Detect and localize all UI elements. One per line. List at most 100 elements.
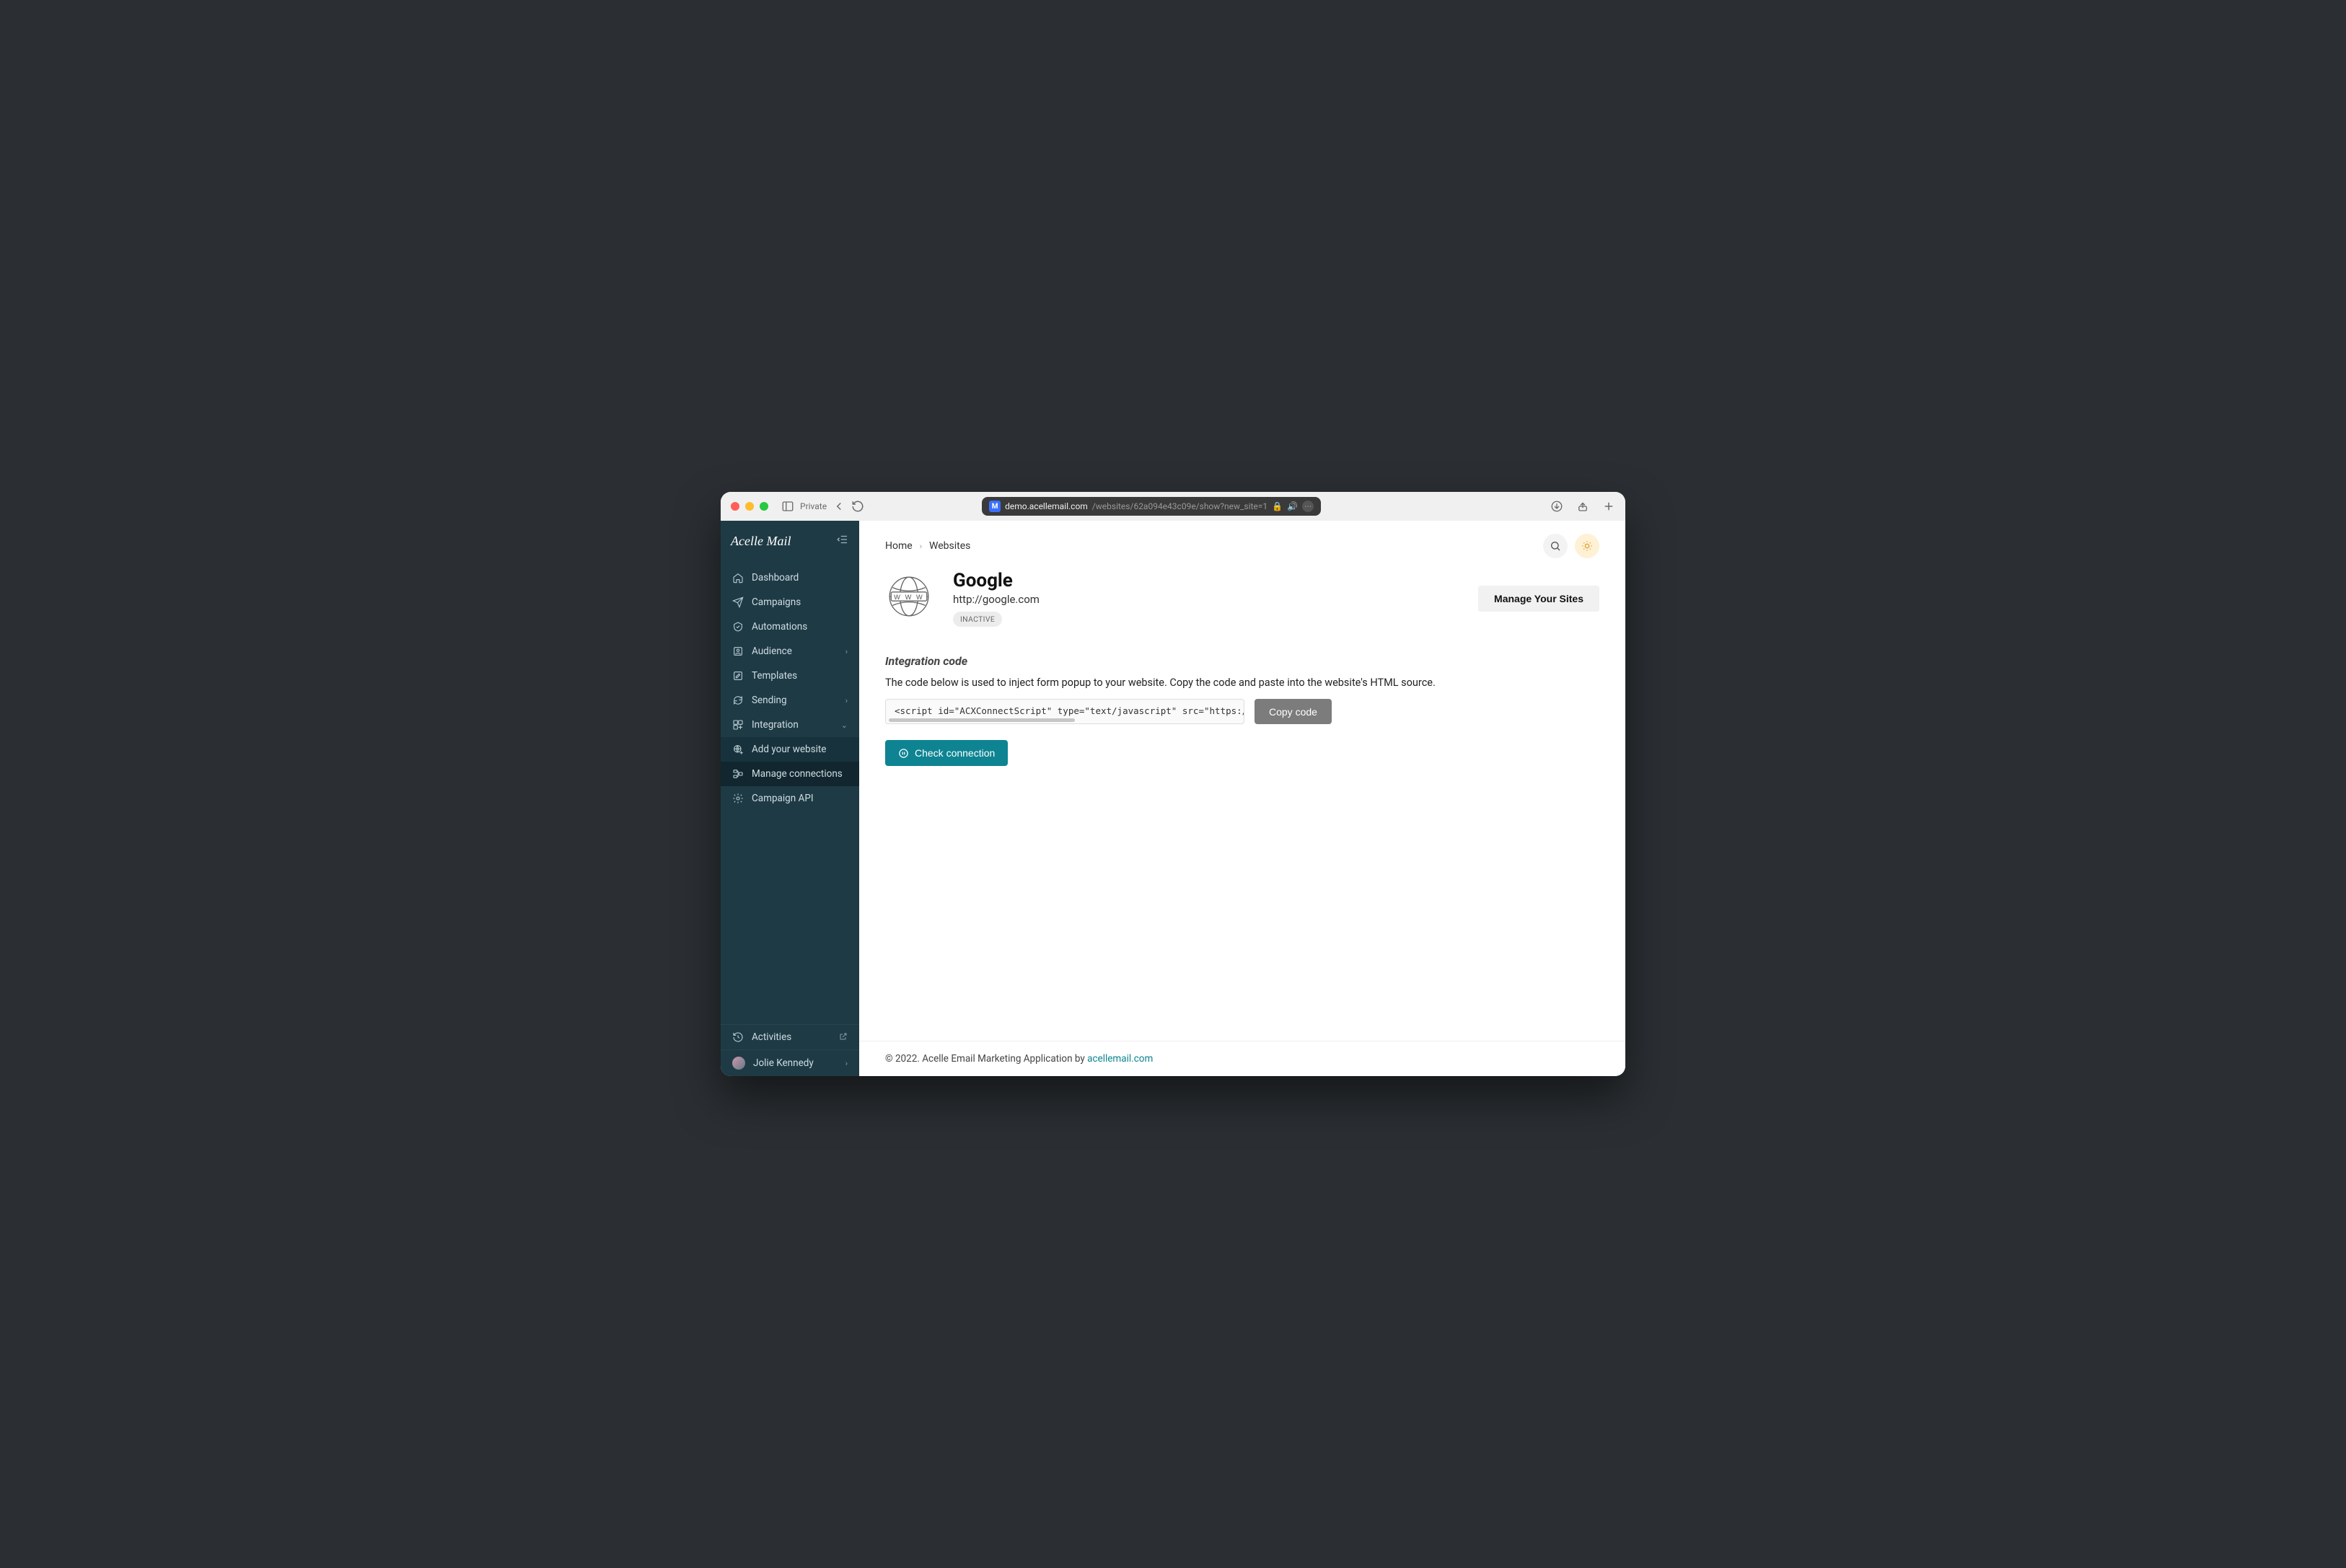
top-actions	[1543, 534, 1599, 558]
sync-icon	[732, 695, 744, 706]
more-icon[interactable]: ⋯	[1302, 501, 1314, 512]
nav-dashboard[interactable]: Dashboard	[721, 565, 859, 590]
scrollbar-thumb[interactable]	[889, 718, 1075, 722]
close-window-button[interactable]	[731, 502, 739, 511]
breadcrumb: Home › Websites	[885, 540, 970, 552]
manage-sites-button[interactable]: Manage Your Sites	[1478, 586, 1599, 612]
audio-icon[interactable]: 🔊	[1287, 501, 1298, 511]
code-snippet[interactable]: <script id="ACXConnectScript" type="text…	[885, 699, 1244, 724]
site-header: W W W Google http://google.com INACTIVE …	[885, 570, 1599, 627]
search-button[interactable]	[1543, 534, 1568, 558]
nav-label: Manage connections	[752, 768, 843, 780]
nav-activities[interactable]: Activities	[721, 1024, 859, 1049]
nav-label: Sending	[752, 695, 787, 706]
url-path: /websites/62a094e43c09e/show?new_site=1	[1092, 501, 1268, 511]
nav-add-website[interactable]: Add your website	[721, 737, 859, 762]
site-favicon: M	[989, 501, 1001, 512]
chevron-right-icon: ›	[845, 647, 848, 656]
back-button[interactable]	[832, 500, 845, 513]
main: Home › Websites	[859, 521, 1625, 1076]
check-connection-button[interactable]: Check connection	[885, 740, 1008, 766]
nav-label: Audience	[752, 646, 792, 657]
share-icon[interactable]	[1576, 500, 1589, 513]
footer-text: © 2022. Acelle Email Marketing Applicati…	[885, 1053, 1087, 1065]
address-bar[interactable]: M demo.acellemail.com/websites/62a094e43…	[982, 497, 1321, 516]
code-row: <script id="ACXConnectScript" type="text…	[885, 699, 1599, 724]
site-title: Google	[953, 570, 1040, 591]
app-logo: Acelle Mail	[731, 534, 791, 549]
app-shell: Acelle Mail Dashboard Campaigns Automat	[721, 521, 1625, 1076]
breadcrumb-home[interactable]: Home	[885, 540, 913, 552]
logo-suffix: Mail	[766, 534, 791, 548]
chevron-right-icon: ›	[920, 542, 922, 551]
edit-icon	[732, 670, 744, 682]
new-tab-icon[interactable]	[1602, 500, 1615, 513]
browser-toolbar: Private M demo.acellemail.com/websites/6…	[721, 492, 1625, 521]
button-label: Check connection	[915, 747, 995, 759]
nav-manage-connections[interactable]: Manage connections	[721, 762, 859, 786]
nav-label: Dashboard	[752, 572, 799, 583]
chevron-down-icon: ⌄	[841, 721, 848, 730]
url-host: demo.acellemail.com	[1005, 501, 1088, 511]
nav-templates[interactable]: Templates	[721, 664, 859, 688]
nav-automations[interactable]: Automations	[721, 615, 859, 639]
code-text: <script id="ACXConnectScript" type="text…	[895, 705, 1244, 716]
nav-label: Integration	[752, 719, 799, 731]
downloads-icon[interactable]	[1550, 500, 1563, 513]
status-badge: INACTIVE	[953, 612, 1002, 627]
sidebar: Acelle Mail Dashboard Campaigns Automat	[721, 521, 859, 1076]
nav-user[interactable]: Jolie Kennedy ›	[721, 1049, 859, 1076]
user-name: Jolie Kennedy	[753, 1057, 814, 1069]
browser-window: Private M demo.acellemail.com/websites/6…	[721, 492, 1625, 1076]
users-icon	[732, 646, 744, 657]
theme-toggle[interactable]	[1575, 534, 1599, 558]
globe-www-icon: W W W	[885, 573, 933, 620]
footer-link[interactable]: acellemail.com	[1087, 1053, 1153, 1065]
integration-heading: Integration code	[885, 654, 1599, 668]
nav-integration[interactable]: Integration ⌄	[721, 713, 859, 737]
footer: © 2022. Acelle Email Marketing Applicati…	[859, 1041, 1625, 1076]
sidebar-toggle-icon[interactable]	[781, 500, 794, 513]
history-icon	[732, 1031, 744, 1043]
logo-row: Acelle Mail	[721, 521, 859, 561]
minimize-window-button[interactable]	[745, 502, 754, 511]
topbar: Home › Websites	[859, 521, 1625, 558]
reload-button[interactable]	[851, 500, 864, 513]
logo-text: Acelle	[731, 534, 763, 548]
external-link-icon	[839, 1032, 848, 1043]
private-label: Private	[800, 501, 827, 511]
breadcrumb-websites[interactable]: Websites	[929, 540, 970, 552]
site-meta: Google http://google.com INACTIVE	[953, 570, 1040, 627]
gear-icon	[732, 793, 744, 804]
integration-description: The code below is used to inject form po…	[885, 677, 1599, 689]
nav-audience[interactable]: Audience ›	[721, 639, 859, 664]
pause-circle-icon	[898, 748, 909, 759]
svg-text:W W W: W W W	[894, 594, 924, 601]
content: W W W Google http://google.com INACTIVE …	[859, 558, 1625, 1041]
nav-sending[interactable]: Sending ›	[721, 688, 859, 713]
send-icon	[732, 596, 744, 608]
chevron-right-icon: ›	[845, 1059, 848, 1068]
maximize-window-button[interactable]	[760, 502, 768, 511]
avatar	[732, 1057, 745, 1070]
lock-icon: 🔒	[1272, 501, 1283, 511]
nav-campaign-api[interactable]: Campaign API	[721, 786, 859, 811]
nav-label: Templates	[752, 670, 797, 682]
globe-plus-icon	[732, 744, 744, 755]
chevron-right-icon: ›	[845, 696, 848, 705]
nav-label: Campaigns	[752, 596, 801, 608]
collapse-sidebar-icon[interactable]	[836, 533, 849, 549]
nav-label: Automations	[752, 621, 807, 633]
nav-label: Add your website	[752, 744, 826, 755]
sidebar-bottom: Activities Jolie Kennedy ›	[721, 1024, 859, 1076]
site-url: http://google.com	[953, 593, 1040, 606]
connections-icon	[732, 768, 744, 780]
integration-icon	[732, 719, 744, 731]
window-controls	[731, 502, 768, 511]
nav-label: Activities	[752, 1031, 791, 1043]
nav: Dashboard Campaigns Automations Audience…	[721, 561, 859, 1024]
nav-campaigns[interactable]: Campaigns	[721, 590, 859, 615]
copy-code-button[interactable]: Copy code	[1255, 699, 1332, 724]
shield-icon	[732, 621, 744, 633]
nav-label: Campaign API	[752, 793, 814, 804]
